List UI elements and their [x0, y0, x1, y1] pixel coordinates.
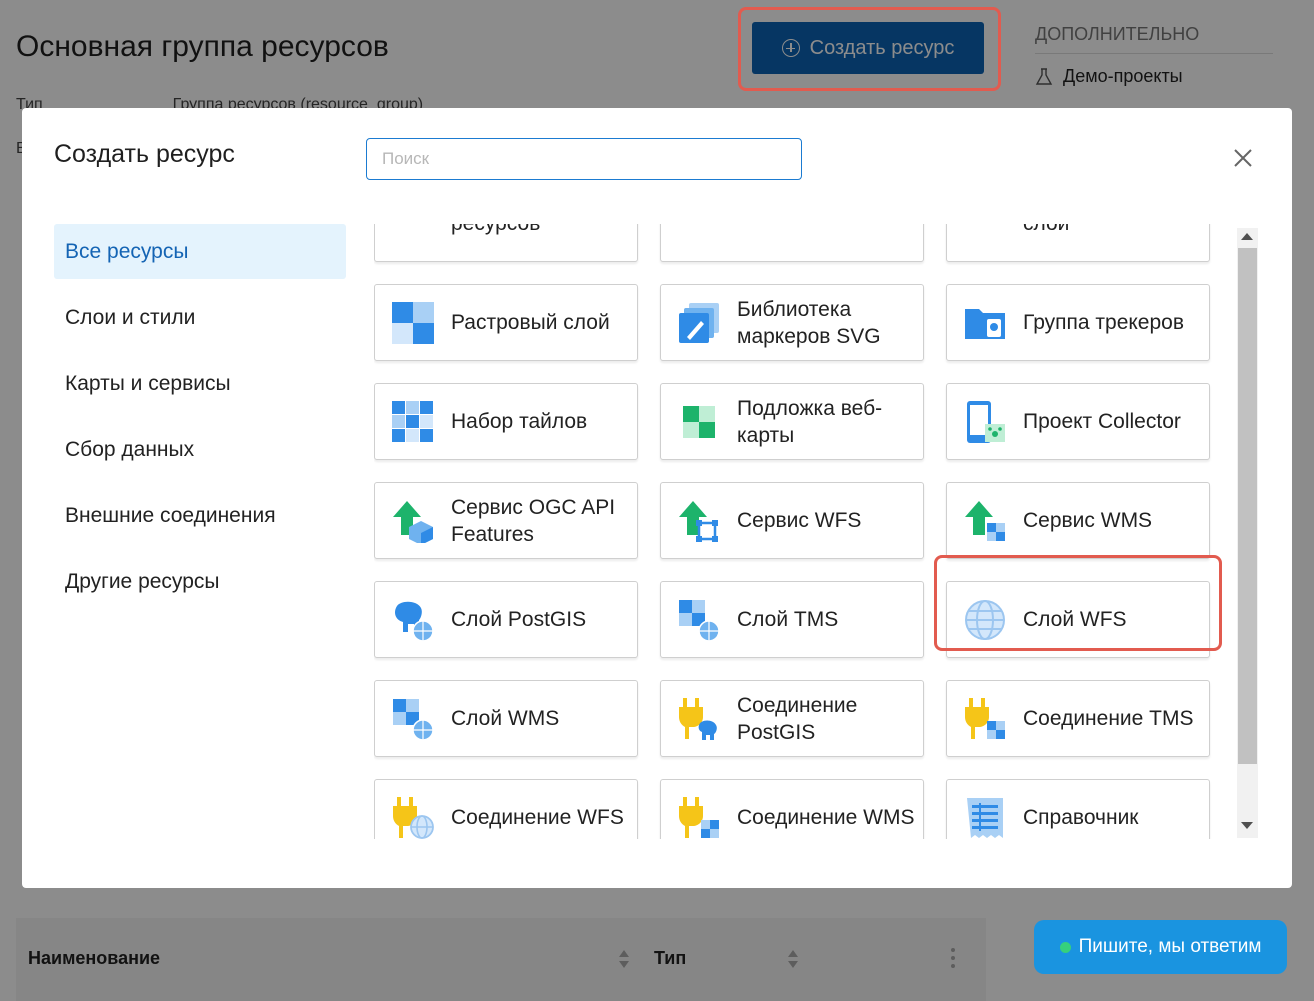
- resource-card-collector-project[interactable]: Проект Collector: [946, 383, 1210, 460]
- card-label: Библиотека маркеров SVG: [737, 297, 881, 348]
- online-status-icon: [1059, 941, 1071, 953]
- resource-card-wfs-connection[interactable]: Соединение WFS: [374, 779, 638, 839]
- card-label: Растровый слой: [451, 311, 610, 334]
- partial-icon: [963, 224, 1007, 246]
- resource-card-basemap[interactable]: Подложка веб-карты: [660, 383, 924, 460]
- category-list: Все ресурсы Слои и стили Карты и сервисы…: [54, 224, 346, 620]
- resource-card-wms-connection[interactable]: Соединение WMS: [660, 779, 924, 839]
- card-label: Подложка веб-карты: [737, 396, 883, 447]
- basemap-icon: [683, 405, 715, 438]
- resource-card-tileset[interactable]: Набор тайлов: [374, 383, 638, 460]
- create-button-highlight: [738, 7, 1001, 91]
- scroll-down-arrow-icon[interactable]: [1241, 822, 1253, 829]
- category-data-collection[interactable]: Сбор данных: [54, 422, 346, 477]
- category-layers-styles[interactable]: Слои и стили: [54, 290, 346, 345]
- card-label: слой: [1023, 224, 1069, 237]
- partial-icon: [677, 224, 721, 246]
- resource-card-tracker-group[interactable]: Группа трекеров: [946, 284, 1210, 361]
- wfs-layer-highlight: [934, 555, 1222, 651]
- resource-card-svg-marker-library[interactable]: Библиотека маркеров SVG: [660, 284, 924, 361]
- postgis-layer-icon: [395, 601, 434, 642]
- category-all-resources[interactable]: Все ресурсы: [54, 224, 346, 279]
- scroll-up-arrow-icon[interactable]: [1241, 233, 1253, 240]
- card-label: Сервис WMS: [1023, 509, 1153, 532]
- lookup-table-icon: [967, 797, 1003, 838]
- scrollbar-thumb[interactable]: [1238, 248, 1257, 764]
- resource-card-wfs-service[interactable]: Сервис WFS: [660, 482, 924, 559]
- tms-connection-icon: [965, 697, 1005, 739]
- category-maps-services[interactable]: Карты и сервисы: [54, 356, 346, 411]
- resource-card-postgis-layer[interactable]: Слой PostGIS: [374, 581, 638, 658]
- partial-icon: [391, 224, 435, 246]
- card-label: Слой WMS: [451, 707, 560, 730]
- tms-layer-icon: [679, 599, 720, 642]
- card-label: ресурсов: [451, 224, 540, 237]
- raster-layer-icon: [392, 301, 434, 344]
- collector-project-icon: [967, 400, 1005, 443]
- resource-card-postgis-connection[interactable]: Соединение PostGIS: [660, 680, 924, 757]
- tileset-icon: [392, 400, 433, 442]
- resource-card-raster-layer[interactable]: Растровый слой: [374, 284, 638, 361]
- modal-title: Создать ресурс: [54, 140, 235, 168]
- card-label: Группа трекеров: [1023, 311, 1184, 334]
- resource-card-partial[interactable]: [660, 224, 924, 262]
- svg-marker-library-icon: [679, 302, 719, 343]
- card-label: Проект Collector: [1023, 410, 1181, 433]
- card-label: Соединение PostGIS: [737, 693, 858, 744]
- card-label: Набор тайлов: [451, 410, 588, 433]
- card-label: Соединение WMS: [737, 806, 915, 829]
- wfs-connection-icon: [393, 796, 434, 839]
- chat-button[interactable]: Пишите, мы ответим: [1034, 920, 1287, 974]
- postgis-connection-icon: [679, 697, 717, 740]
- wms-layer-icon: [393, 698, 434, 741]
- card-label: Соединение WFS: [451, 806, 624, 829]
- resource-card-wms-service[interactable]: Сервис WMS: [946, 482, 1210, 559]
- card-label: Справочник: [1023, 806, 1139, 829]
- resource-card-tms-layer[interactable]: Слой TMS: [660, 581, 924, 658]
- close-icon[interactable]: [1230, 145, 1256, 171]
- resource-card-partial[interactable]: слой: [946, 224, 1210, 262]
- search-input[interactable]: [366, 138, 802, 180]
- wfs-service-icon: [679, 500, 718, 542]
- resource-card-partial[interactable]: ресурсов: [374, 224, 638, 262]
- tracker-group-icon: [965, 308, 1005, 339]
- resource-card-lookup-table[interactable]: Справочник: [946, 779, 1210, 839]
- resource-grid-viewport: ресурсов слой Растровый слой: [374, 224, 1262, 839]
- create-resource-modal: Создать ресурс Все ресурсы Слои и стили …: [22, 108, 1292, 888]
- card-label: Сервис OGC API Features: [451, 495, 616, 546]
- ogc-api-service-icon: [393, 500, 433, 543]
- resource-grid: ресурсов слой Растровый слой: [374, 224, 1210, 839]
- resource-card-wms-layer[interactable]: Слой WMS: [374, 680, 638, 757]
- card-label: Слой PostGIS: [451, 608, 587, 631]
- resource-card-ogc-api-service[interactable]: Сервис OGC API Features: [374, 482, 638, 559]
- card-label: Сервис WFS: [737, 509, 862, 532]
- chat-button-label: Пишите, мы ответим: [1078, 936, 1262, 957]
- category-other-resources[interactable]: Другие ресурсы: [54, 554, 346, 609]
- category-external-connections[interactable]: Внешние соединения: [54, 488, 346, 543]
- wms-connection-icon: [679, 796, 719, 838]
- card-label: Соединение TMS: [1023, 707, 1194, 730]
- resource-card-tms-connection[interactable]: Соединение TMS: [946, 680, 1210, 757]
- wms-service-icon: [965, 500, 1005, 541]
- card-label: Слой TMS: [737, 608, 839, 631]
